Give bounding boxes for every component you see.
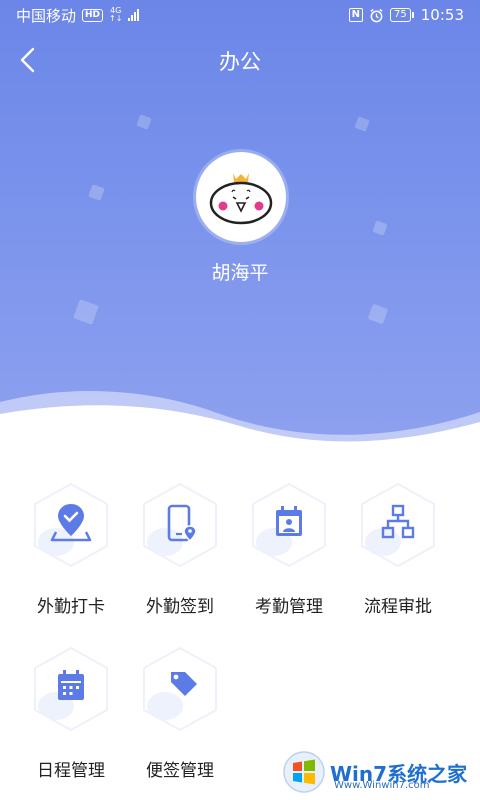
hd-badge: HD — [82, 8, 104, 22]
watermark-url: Www.Winwin7.com — [334, 780, 430, 791]
nfc-icon: N — [348, 8, 364, 22]
alarm-icon — [370, 8, 383, 22]
avatar-image — [209, 173, 273, 225]
decor-sparkle — [136, 114, 152, 130]
tile-field-sign-in[interactable]: 外勤签到 — [126, 482, 234, 622]
battery-indicator: 75 — [390, 8, 414, 22]
decor-sparkle — [73, 299, 99, 325]
decor-sparkle — [354, 116, 370, 132]
decor-sparkle — [367, 303, 389, 325]
nav-bar: 办公 — [0, 38, 480, 82]
tile-workflow-approval[interactable]: 流程审批 — [344, 482, 452, 622]
tile-label: 流程审批 — [364, 597, 432, 617]
tile-label: 外勤签到 — [146, 597, 214, 617]
tile-attendance[interactable]: 考勤管理 — [235, 482, 343, 622]
hexagon-bg — [34, 482, 108, 568]
calendar-person-icon — [276, 506, 302, 536]
hexagon-bg — [34, 646, 108, 732]
tile-schedule[interactable]: 日程管理 — [17, 646, 125, 786]
calendar-icon — [58, 670, 84, 700]
avatar[interactable] — [196, 152, 286, 242]
page-title: 办公 — [219, 50, 261, 74]
decor-sparkle — [372, 220, 388, 236]
user-name: 胡海平 — [211, 262, 269, 284]
clock: 10:53 — [420, 6, 464, 24]
tile-label: 日程管理 — [37, 761, 105, 781]
tile-label: 考勤管理 — [255, 597, 323, 617]
header-wave — [0, 390, 480, 460]
hexagon-bg — [143, 646, 217, 732]
tile-field-clock-in[interactable]: 外勤打卡 — [17, 482, 125, 622]
windows-logo-icon — [283, 751, 325, 793]
status-bar: 中国移动 HD 4G ↑↓ N 75 10:53 — [0, 0, 480, 30]
carrier-name: 中国移动 — [16, 6, 77, 25]
tile-label: 便签管理 — [146, 761, 214, 781]
signal-icon — [128, 9, 140, 21]
decor-sparkle — [88, 184, 105, 201]
hexagon-bg — [361, 482, 435, 568]
tile-label: 外勤打卡 — [37, 597, 105, 617]
hexagon-bg — [143, 482, 217, 568]
network-type: 4G ↑↓ — [109, 6, 123, 23]
watermark: Win7系统之家 Www.Winwin7.com — [282, 748, 478, 796]
hexagon-bg — [252, 482, 326, 568]
tile-notes[interactable]: 便签管理 — [126, 646, 234, 786]
